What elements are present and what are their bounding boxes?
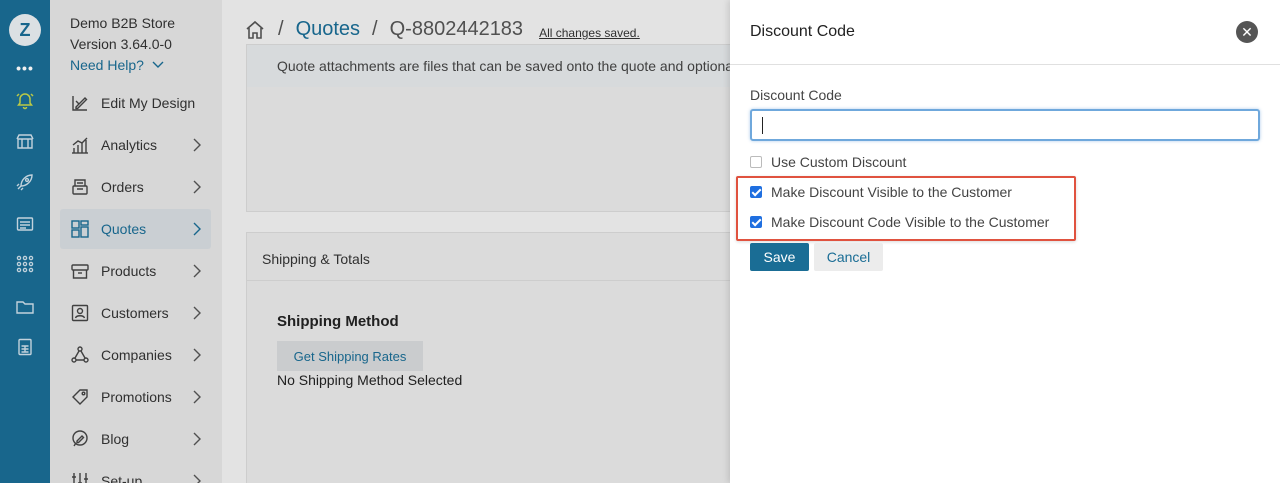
close-icon: ✕ bbox=[1241, 24, 1253, 40]
overlay-backdrop[interactable] bbox=[0, 0, 730, 483]
close-button[interactable]: ✕ bbox=[1236, 21, 1258, 43]
save-button[interactable]: Save bbox=[750, 243, 809, 271]
use-custom-discount-checkbox[interactable] bbox=[750, 156, 762, 168]
cancel-button[interactable]: Cancel bbox=[814, 243, 883, 271]
discount-code-drawer: Discount Code ✕ Discount Code Use Custom… bbox=[730, 0, 1280, 483]
use-custom-discount-option[interactable]: Use Custom Discount bbox=[750, 153, 906, 171]
discount-code-label: Discount Code bbox=[750, 87, 842, 103]
drawer-header: Discount Code ✕ bbox=[730, 0, 1280, 65]
use-custom-discount-label: Use Custom Discount bbox=[771, 154, 907, 170]
discount-code-input[interactable] bbox=[750, 109, 1260, 141]
text-cursor bbox=[762, 117, 763, 134]
highlight-annotation bbox=[736, 176, 1076, 241]
drawer-title: Discount Code bbox=[750, 23, 855, 40]
